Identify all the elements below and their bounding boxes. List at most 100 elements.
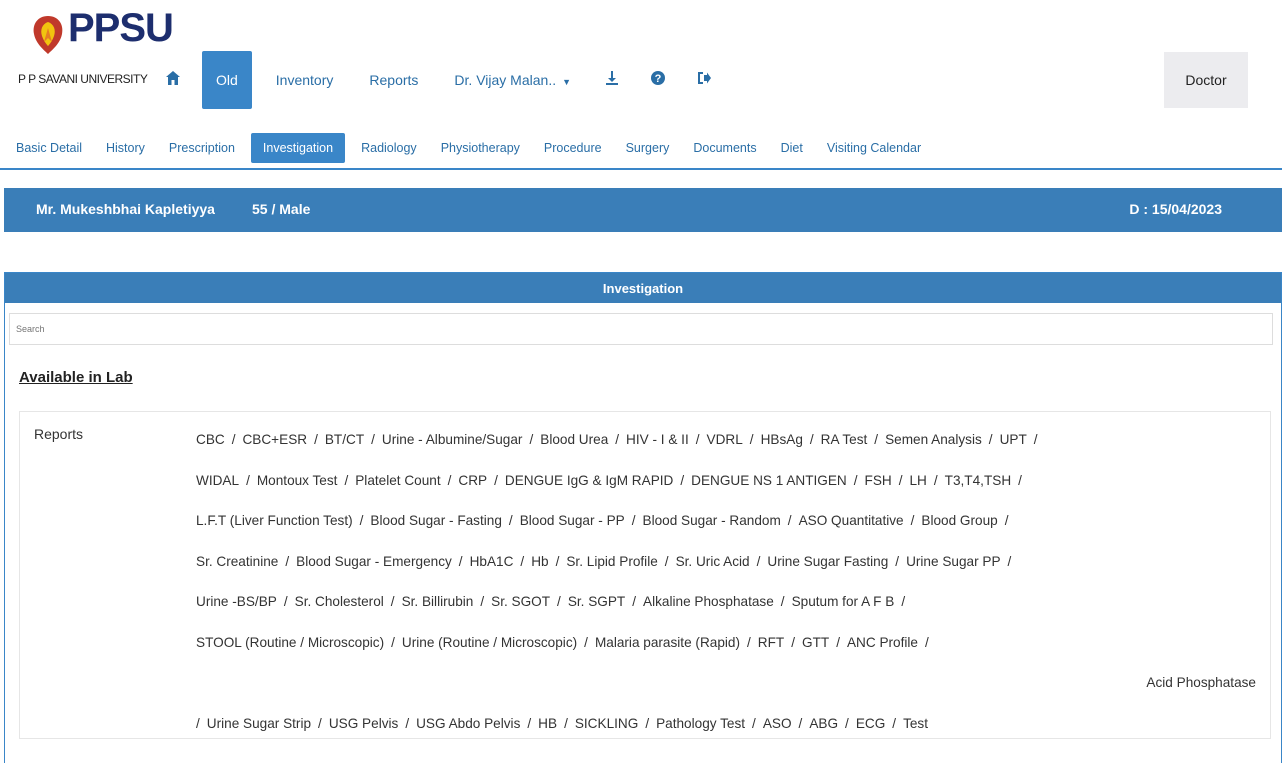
separator: /: [391, 634, 395, 650]
tab-procedure[interactable]: Procedure: [532, 133, 614, 163]
test-item[interactable]: CBC: [196, 432, 225, 447]
visit-date: D : 15/04/2023: [1129, 201, 1222, 217]
test-item[interactable]: CRP: [458, 473, 487, 488]
test-item[interactable]: HBsAg: [761, 432, 803, 447]
test-item[interactable]: Blood Sugar - Fasting: [370, 513, 501, 528]
test-item[interactable]: ECG: [856, 716, 885, 731]
test-item[interactable]: Sr. Billirubin: [402, 594, 474, 609]
test-item[interactable]: Sputum for A F B: [792, 594, 895, 609]
separator: /: [1018, 472, 1022, 488]
separator: /: [664, 553, 669, 569]
test-item[interactable]: Blood Urea: [540, 432, 608, 447]
test-item[interactable]: Hb: [531, 554, 548, 569]
search-input[interactable]: [9, 313, 1273, 345]
separator: /: [695, 432, 700, 447]
separator: /: [283, 594, 288, 609]
help-icon[interactable]: ?: [650, 70, 666, 91]
test-item[interactable]: RA Test: [821, 432, 868, 447]
test-item[interactable]: Malaria parasite (Rapid): [595, 635, 740, 650]
test-item[interactable]: Semen Analysis: [885, 432, 982, 447]
separator: /: [246, 472, 250, 488]
test-item[interactable]: ABG: [809, 716, 838, 731]
test-line: CBC / CBC+ESR / BT/CT / Urine - Albumine/Sugar…: [196, 432, 1256, 473]
test-item[interactable]: Blood Sugar - PP: [520, 513, 625, 528]
test-item[interactable]: Test: [903, 716, 928, 731]
separator: /: [836, 634, 840, 650]
separator: /: [390, 594, 395, 609]
separator: /: [791, 634, 795, 650]
test-item[interactable]: ASO Quantitative: [799, 513, 904, 528]
test-item[interactable]: DENGUE IgG & IgM RAPID: [505, 473, 673, 488]
test-item[interactable]: Urine Sugar PP: [906, 554, 1000, 569]
test-item[interactable]: Blood Sugar - Emergency: [296, 554, 452, 569]
test-item[interactable]: Urine -BS/BP: [196, 594, 277, 609]
test-item[interactable]: Pathology Test: [656, 716, 745, 731]
test-item[interactable]: STOOL (Routine / Microscopic): [196, 635, 384, 650]
test-line: L.F.T (Liver Function Test) / Blood Sugar …: [196, 513, 1256, 554]
test-item[interactable]: Blood Sugar - Random: [643, 513, 781, 528]
nav-old-button[interactable]: Old: [202, 51, 252, 109]
test-item[interactable]: Sr. Uric Acid: [676, 554, 750, 569]
test-item[interactable]: Platelet Count: [355, 473, 440, 488]
separator: /: [645, 715, 650, 731]
tab-history[interactable]: History: [94, 133, 157, 163]
reports-label: Reports: [34, 426, 84, 442]
test-line: STOOL (Routine / Microscopic) / Urine (Rou…: [196, 635, 1256, 676]
test-item[interactable]: UPT: [1000, 432, 1027, 447]
user-menu-dropdown[interactable]: Dr. Vijay Malan.. ▼: [454, 72, 571, 88]
patient-name: Mr. Mukeshbhai Kapletiyya: [36, 201, 215, 217]
tab-radiology[interactable]: Radiology: [349, 133, 429, 163]
home-icon[interactable]: [165, 70, 181, 91]
nav-inventory-link[interactable]: Inventory: [276, 72, 334, 88]
test-item[interactable]: DENGUE NS 1 ANTIGEN: [691, 473, 847, 488]
test-item[interactable]: Sr. Cholesterol: [295, 594, 384, 609]
test-item[interactable]: WIDAL: [196, 473, 239, 488]
test-item[interactable]: LH: [910, 473, 927, 488]
test-item[interactable]: Sr. Lipid Profile: [566, 554, 657, 569]
logout-icon[interactable]: [696, 70, 712, 91]
tab-documents[interactable]: Documents: [681, 133, 768, 163]
test-item[interactable]: SICKLING: [575, 716, 638, 731]
tab-physiotherapy[interactable]: Physiotherapy: [429, 133, 532, 163]
test-item[interactable]: L.F.T (Liver Function Test): [196, 513, 353, 528]
test-item[interactable]: Sr. Creatinine: [196, 554, 278, 569]
test-item[interactable]: RFT: [758, 635, 784, 650]
test-item[interactable]: GTT: [802, 635, 829, 650]
tab-diet[interactable]: Diet: [769, 133, 815, 163]
test-item[interactable]: Blood Group: [921, 513, 997, 528]
test-item[interactable]: Alkaline Phosphatase: [643, 594, 774, 609]
test-item[interactable]: Acid Phosphatase: [1146, 675, 1256, 690]
test-item[interactable]: HbA1C: [470, 554, 514, 569]
test-item[interactable]: FSH: [865, 473, 892, 488]
role-doctor-button[interactable]: Doctor: [1164, 52, 1248, 108]
test-item[interactable]: USG Pelvis: [329, 716, 399, 731]
download-icon[interactable]: [604, 70, 620, 91]
test-item[interactable]: Urine Sugar Strip: [207, 716, 311, 731]
test-item[interactable]: ASO: [763, 716, 792, 731]
test-item[interactable]: Urine Sugar Fasting: [767, 554, 888, 569]
separator: /: [680, 472, 685, 488]
test-item[interactable]: HIV - I & II: [626, 432, 689, 447]
tab-prescription[interactable]: Prescription: [157, 133, 247, 163]
tab-surgery[interactable]: Surgery: [614, 133, 682, 163]
test-item[interactable]: USG Abdo Pelvis: [416, 716, 520, 731]
separator: /: [196, 715, 200, 731]
test-item[interactable]: VDRL: [707, 432, 743, 447]
test-item[interactable]: T3,T4,TSH: [945, 473, 1011, 488]
test-item[interactable]: Urine (Routine / Microscopic): [402, 635, 577, 650]
nav-reports-link[interactable]: Reports: [369, 72, 418, 88]
test-item[interactable]: Sr. SGPT: [568, 594, 625, 609]
test-item[interactable]: HB: [538, 716, 557, 731]
tab-basic-detail[interactable]: Basic Detail: [0, 133, 94, 163]
test-item[interactable]: Montoux Test: [257, 473, 338, 488]
test-item[interactable]: ANC Profile: [847, 635, 918, 650]
patient-age-gender: 55 / Male: [252, 201, 311, 217]
test-item[interactable]: Sr. SGOT: [491, 594, 550, 609]
test-item[interactable]: BT/CT: [325, 432, 364, 447]
separator: /: [892, 715, 897, 731]
separator: /: [898, 472, 903, 488]
tab-visiting-calendar[interactable]: Visiting Calendar: [815, 133, 933, 163]
test-item[interactable]: Urine - Albumine/Sugar: [382, 432, 523, 447]
test-item[interactable]: CBC+ESR: [242, 432, 307, 447]
tab-investigation[interactable]: Investigation: [250, 133, 346, 163]
